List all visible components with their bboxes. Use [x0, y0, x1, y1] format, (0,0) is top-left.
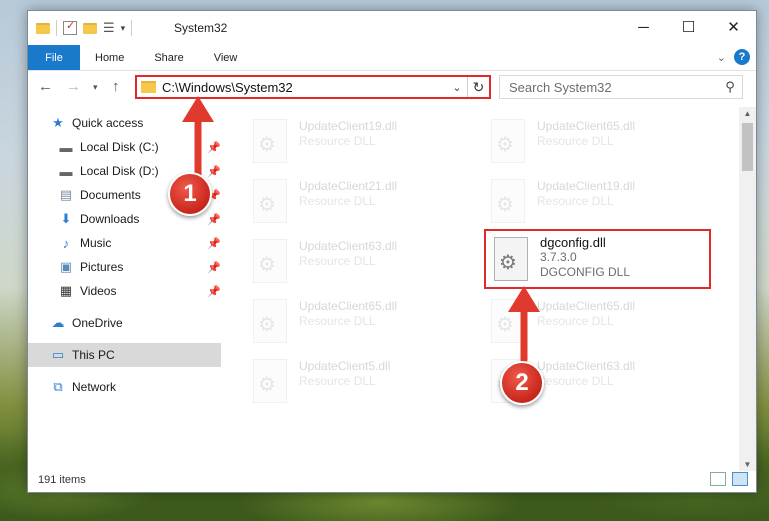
annotation-arrows: [182, 96, 540, 364]
step-marker-2: 2: [500, 361, 544, 405]
arrow-1: [182, 96, 214, 182]
step-marker-1: 1: [168, 172, 212, 216]
arrow-2: [508, 286, 540, 364]
